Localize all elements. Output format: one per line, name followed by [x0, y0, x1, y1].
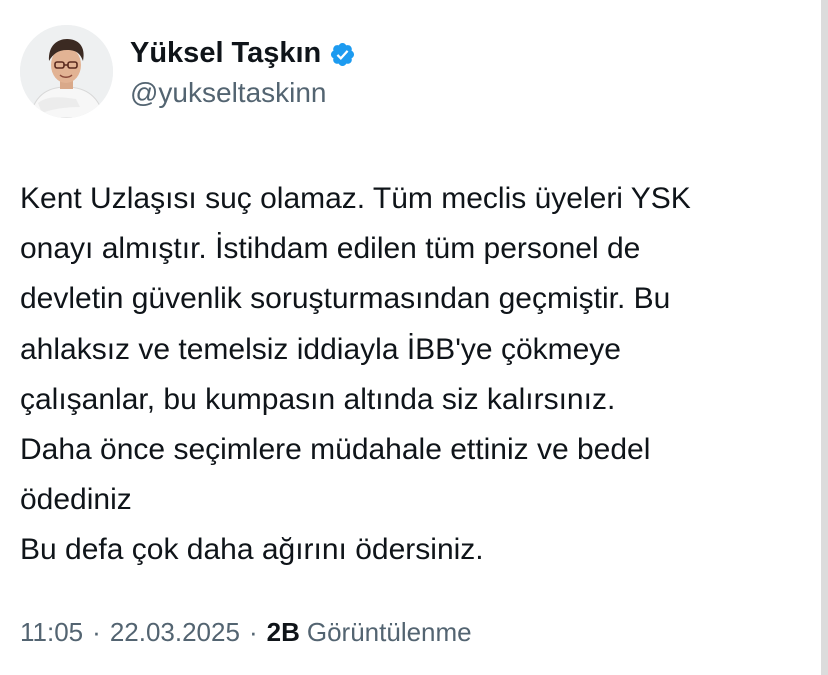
verified-badge-icon[interactable] — [329, 41, 356, 68]
tweet-text-line: onayı almıştır. İstihdam edilen tüm pers… — [20, 232, 641, 266]
profile-avatar[interactable] — [20, 25, 113, 118]
views-label[interactable]: Görüntülenme — [307, 617, 472, 648]
views-count[interactable]: 2B — [267, 617, 300, 648]
tweet-text-line: ahlaksız ve temelsiz iddiayla İBB'ye çök… — [20, 332, 621, 366]
tweet-time[interactable]: 11:05 — [20, 617, 83, 648]
tweet-card: Yüksel Taşkın @yukseltaskinn Kent Uzlaşı… — [0, 0, 828, 675]
avatar-portrait-image — [20, 25, 113, 118]
tweet-text-line: ödediniz — [20, 483, 132, 517]
meta-separator: · — [92, 617, 101, 647]
tweet-date[interactable]: 22.03.2025 — [110, 617, 240, 648]
tweet-text-line: devletin güvenlik soruşturmasından geçmi… — [20, 282, 671, 316]
author-name-row: Yüksel Taşkın — [130, 36, 356, 70]
tweet-meta: 11:05 · 22.03.2025 · 2B Görüntülenme — [20, 617, 472, 648]
tweet-text-line: Daha önce seçimlere müdahale ettiniz ve … — [20, 432, 651, 466]
author-handle[interactable]: @yukseltaskinn — [130, 77, 327, 109]
tweet-text-line: Kent Uzlaşısı suç olamaz. Tüm meclis üye… — [20, 182, 691, 215]
meta-separator: · — [248, 617, 258, 647]
tweet-body-text: Kent Uzlaşısı suç olamaz. Tüm meclis üye… — [20, 174, 810, 576]
tweet-text-line: Bu defa çok daha ağırını ödersiniz. — [20, 533, 484, 567]
author-display-name[interactable]: Yüksel Taşkın — [130, 37, 321, 70]
right-edge-divider — [821, 0, 828, 675]
tweet-header: Yüksel Taşkın @yukseltaskinn — [20, 25, 800, 121]
tweet-text-line: çalışanlar, bu kumpasın altında siz kalı… — [20, 382, 616, 416]
